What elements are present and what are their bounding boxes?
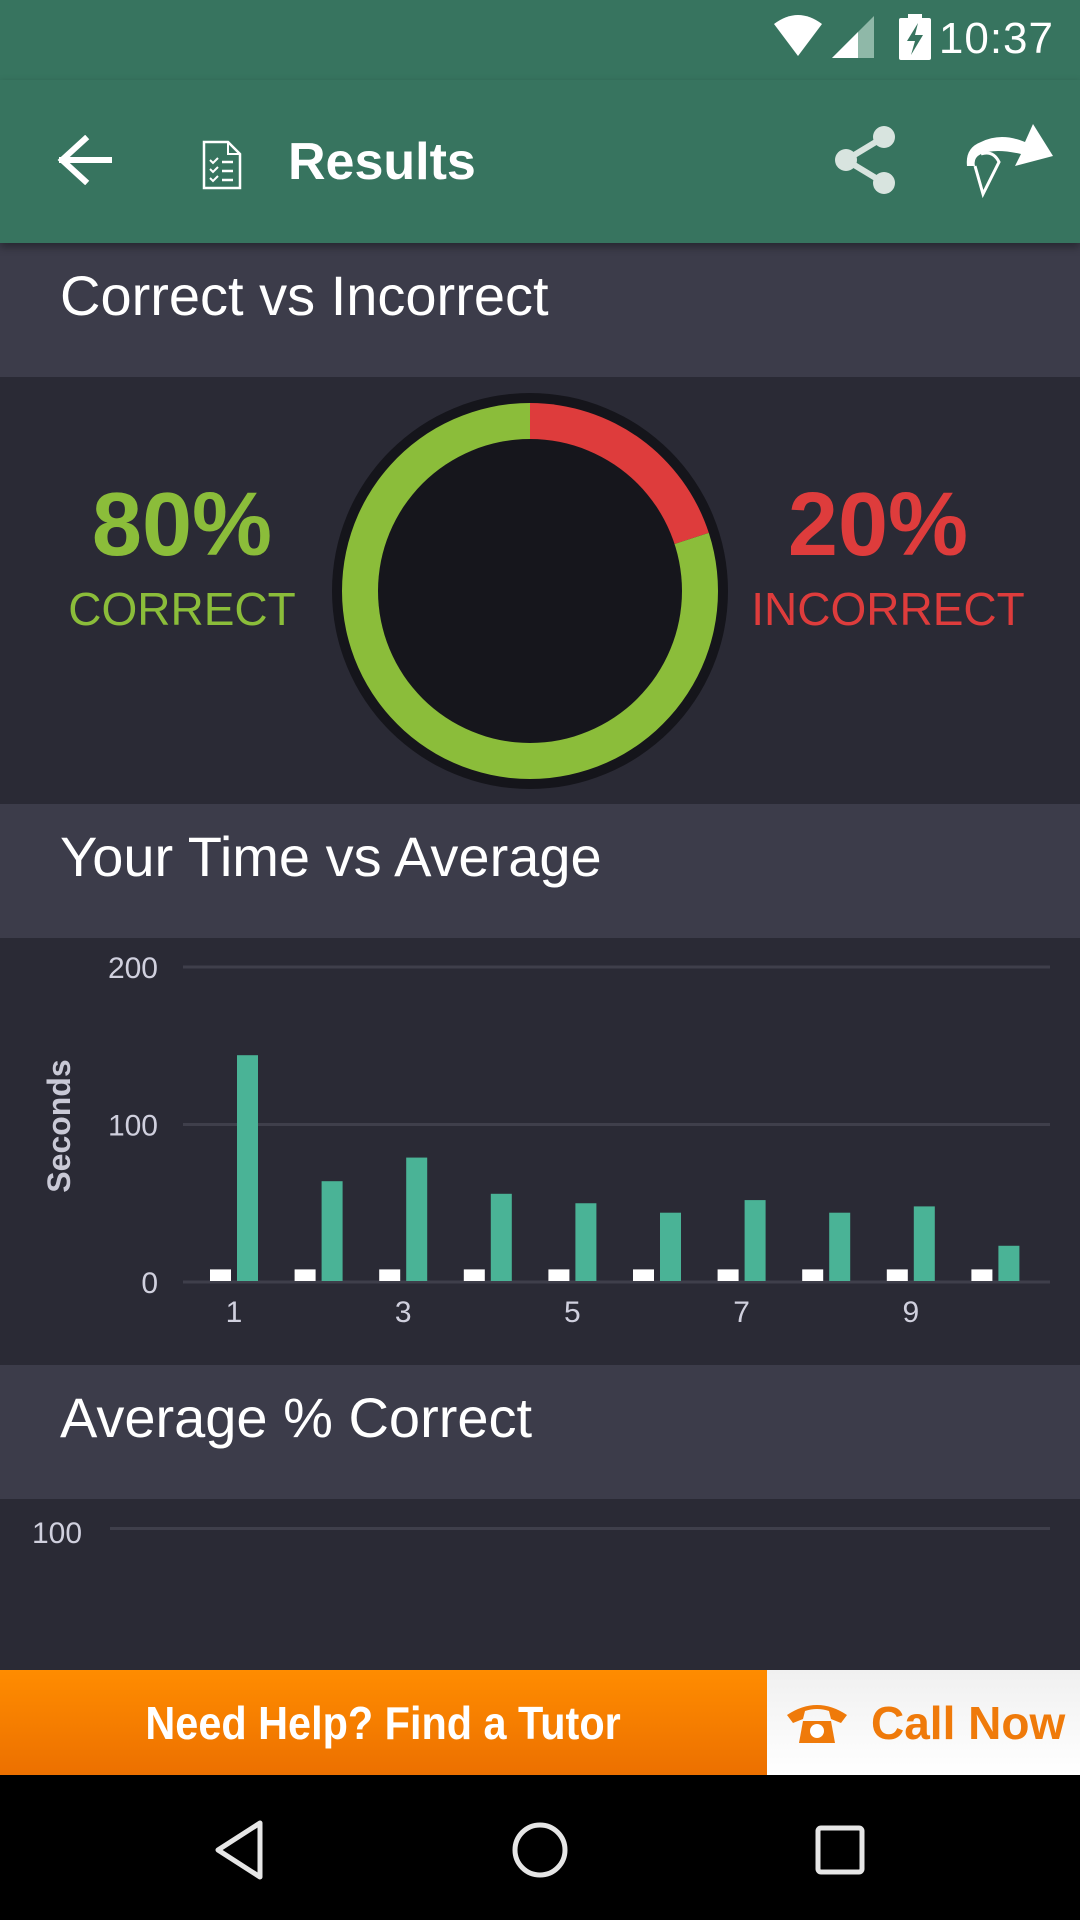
- x-tick-label: 3: [395, 1296, 412, 1329]
- section-header-correct-vs-incorrect: Correct vs Incorrect: [0, 243, 1080, 377]
- bar-average-1: [237, 1055, 258, 1281]
- incorrect-label: INCORRECT: [751, 583, 1025, 635]
- arrow-left-icon: [57, 135, 112, 185]
- gridline: [110, 1527, 1050, 1530]
- call-now-button[interactable]: Call Now: [767, 1670, 1080, 1775]
- bar-average-9: [913, 1206, 935, 1281]
- x-tick-label: 5: [564, 1296, 581, 1329]
- home-circle-icon: [512, 1822, 568, 1878]
- forward-arrow-icon: [966, 124, 1053, 199]
- nav-home-button[interactable]: [490, 1805, 590, 1895]
- bar-average-3: [406, 1157, 428, 1281]
- wifi-icon: [774, 15, 822, 56]
- bar-average-8: [829, 1212, 851, 1281]
- bar-your-time-2: [294, 1269, 316, 1281]
- find-tutor-text: Need Help? Find a Tutor: [145, 1696, 622, 1749]
- bar-average-6: [660, 1212, 681, 1281]
- section-header-time-vs-average: Your Time vs Average: [0, 804, 1080, 938]
- x-tick-label: 1: [226, 1296, 243, 1329]
- x-tick-label: 7: [733, 1296, 750, 1329]
- bar-your-time-7: [717, 1269, 739, 1281]
- donut-chart: [332, 393, 728, 789]
- incorrect-percent: 20%: [787, 475, 969, 575]
- y-axis-label: Seconds: [41, 1059, 77, 1192]
- section-header-average-correct: Average % Correct: [0, 1365, 1080, 1499]
- battery-charging-icon: [899, 14, 931, 60]
- checklist-document-icon: [202, 140, 242, 190]
- app-bar: Results: [0, 80, 1080, 243]
- bar-your-time-10: [971, 1269, 993, 1281]
- bar-your-time-5: [548, 1269, 570, 1281]
- section-title: Your Time vs Average: [60, 825, 602, 888]
- back-button[interactable]: [40, 120, 130, 200]
- find-tutor-banner-button[interactable]: Need Help? Find a Tutor: [0, 1670, 767, 1775]
- y-tick-label: 200: [108, 952, 158, 985]
- cellular-signal-icon: [832, 16, 874, 58]
- bar-average-7: [744, 1200, 766, 1281]
- bar-average-10: [998, 1245, 1020, 1281]
- recents-square-icon: [815, 1825, 865, 1875]
- correct-percent: 80%: [91, 475, 273, 575]
- donut-panel: 80% CORRECT 20% INCORRECT: [0, 377, 1080, 804]
- bar-your-time-4: [463, 1269, 485, 1281]
- x-tick-label: 9: [902, 1296, 919, 1329]
- section-title: Average % Correct: [60, 1386, 533, 1449]
- bar-your-time-9: [886, 1269, 908, 1281]
- y-tick-label: 100: [32, 1517, 83, 1550]
- share-button[interactable]: [820, 110, 910, 210]
- bar-your-time-3: [379, 1269, 401, 1281]
- call-now-text: Call Now: [871, 1696, 1066, 1749]
- forward-button[interactable]: [955, 110, 1065, 210]
- bar-average-2: [321, 1181, 343, 1281]
- bar-chart-panel: Seconds 0 100 200 1 3 5 7 9: [0, 938, 1080, 1365]
- correct-label: CORRECT: [68, 583, 296, 635]
- bar-average-5: [575, 1203, 597, 1281]
- time-bar-chart: Seconds 0 100 200 1 3 5 7 9: [41, 952, 1050, 1329]
- status-bar: 10:37: [0, 0, 1080, 80]
- bar-your-time-8: [802, 1269, 824, 1281]
- back-triangle-icon: [215, 1820, 263, 1880]
- donut-hole: [378, 439, 682, 743]
- bar-average-4: [490, 1193, 512, 1281]
- y-tick-label: 100: [108, 1110, 158, 1143]
- average-correct-chart-panel: 100: [0, 1499, 1080, 1670]
- nav-back-button[interactable]: [190, 1805, 290, 1895]
- share-icon: [835, 126, 895, 194]
- bar-your-time-1: [210, 1269, 231, 1281]
- bar-your-time-6: [633, 1269, 654, 1281]
- section-title: Correct vs Incorrect: [60, 264, 549, 327]
- status-time: 10:37: [938, 14, 1054, 63]
- nav-recents-button[interactable]: [790, 1805, 890, 1895]
- system-nav-bar: [0, 1775, 1080, 1920]
- y-tick-label: 0: [141, 1267, 158, 1300]
- telephone-icon: [787, 1704, 847, 1743]
- page-title: Results: [288, 133, 476, 191]
